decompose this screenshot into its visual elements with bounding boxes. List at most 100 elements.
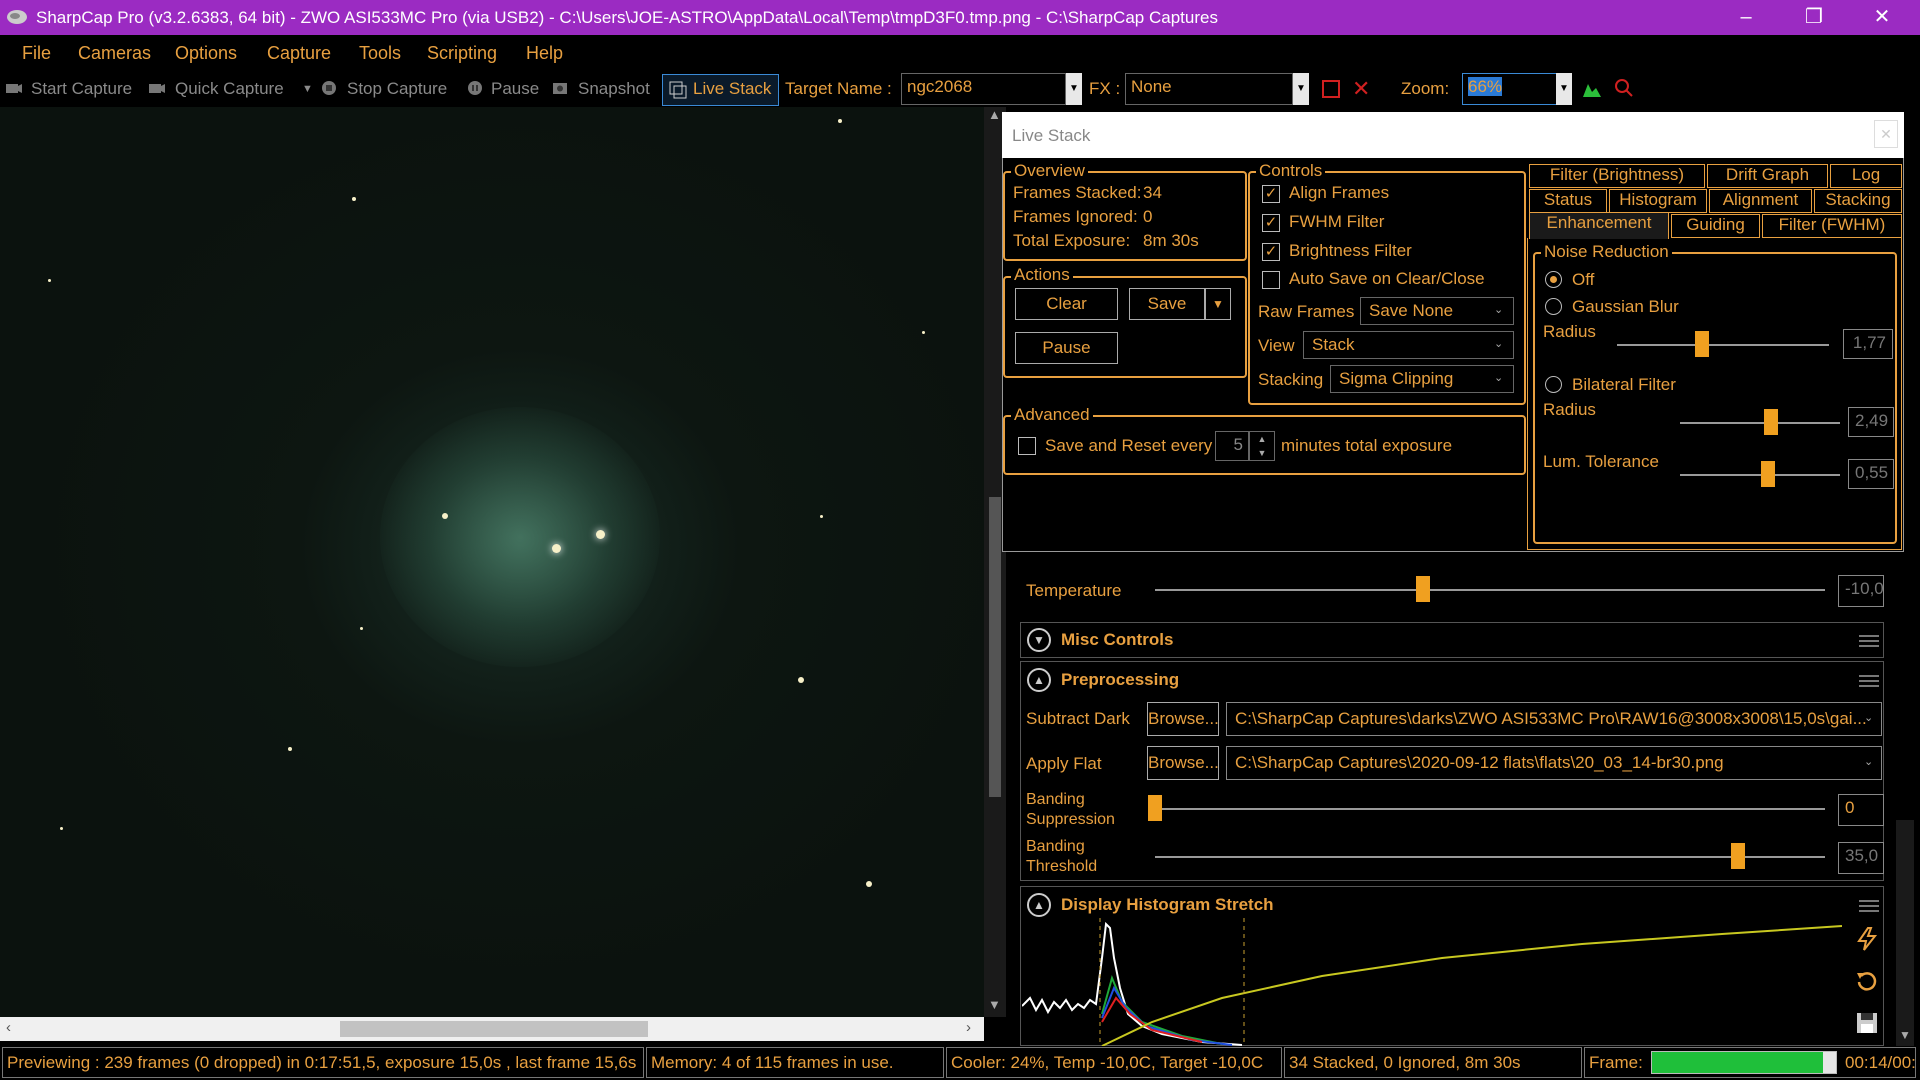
close-button[interactable]: ✕ — [1852, 0, 1912, 35]
gaussian-radius-value[interactable]: 1,77 — [1843, 329, 1893, 359]
chevron-down-icon[interactable]: ⌄ — [1864, 755, 1873, 768]
subtract-dark-select[interactable]: C:\SharpCap Captures\darks\ZWO ASI533MC … — [1226, 702, 1882, 736]
scrollbar-thumb[interactable] — [989, 497, 1001, 797]
scroll-left-icon[interactable]: ‹ — [6, 1019, 11, 1036]
menu-file[interactable]: File — [22, 43, 51, 64]
tab-drift-graph[interactable]: Drift Graph — [1707, 164, 1828, 188]
tab-filter-brightness[interactable]: Filter (Brightness) — [1529, 164, 1705, 188]
minimize-button[interactable]: – — [1716, 0, 1776, 35]
expand-icon[interactable]: ▼ — [1027, 628, 1051, 652]
menu-icon[interactable] — [1859, 675, 1879, 687]
collapse-icon[interactable]: ▲ — [1027, 668, 1051, 692]
gaussian-blur-radio[interactable] — [1545, 298, 1562, 315]
menu-help[interactable]: Help — [526, 43, 563, 64]
pause-button[interactable]: Pause — [491, 79, 539, 99]
bilateral-radius-value[interactable]: 2,49 — [1848, 407, 1894, 437]
noise-off-radio[interactable] — [1545, 271, 1562, 288]
banding-threshold-value[interactable]: 35,0 — [1838, 842, 1884, 874]
lum-tolerance-slider[interactable] — [1680, 474, 1840, 476]
view-select[interactable]: Stack — [1303, 331, 1514, 359]
save-reset-minutes-input[interactable]: 5 — [1215, 431, 1249, 461]
tab-enhancement[interactable]: Enhancement — [1529, 212, 1669, 239]
scroll-up-icon[interactable]: ▲ — [988, 107, 1001, 122]
gaussian-radius-slider-thumb[interactable] — [1694, 331, 1709, 357]
misc-controls-section[interactable]: ▼ Misc Controls — [1020, 622, 1884, 658]
banding-suppression-slider[interactable] — [1155, 808, 1825, 810]
stacking-select[interactable]: Sigma Clipping — [1330, 365, 1514, 393]
scroll-right-icon[interactable]: › — [966, 1019, 971, 1036]
scrollbar-thumb[interactable] — [340, 1021, 648, 1037]
image-preview[interactable] — [0, 107, 984, 1017]
menu-tools[interactable]: Tools — [359, 43, 401, 64]
temperature-value[interactable]: -10,0 — [1838, 575, 1884, 607]
panel-scrollbar[interactable]: ▼ — [1896, 820, 1914, 1046]
banding-threshold-slider-thumb[interactable] — [1730, 843, 1745, 869]
tab-alignment[interactable]: Alignment — [1709, 189, 1812, 213]
clear-button[interactable]: Clear — [1015, 288, 1118, 320]
menu-options[interactable]: Options — [175, 43, 237, 64]
temperature-slider-thumb[interactable] — [1416, 576, 1430, 602]
temperature-slider[interactable] — [1155, 589, 1825, 591]
scroll-down-icon[interactable]: ▼ — [988, 997, 1001, 1012]
tab-filter-fwhm[interactable]: Filter (FWHM) — [1762, 214, 1902, 238]
align-frames-checkbox[interactable]: ✓ — [1262, 185, 1280, 203]
lum-tolerance-value[interactable]: 0,55 — [1848, 459, 1894, 489]
bilateral-radius-slider-thumb[interactable] — [1764, 409, 1779, 435]
scroll-down-icon[interactable]: ▼ — [1899, 1028, 1911, 1042]
fx-select[interactable]: None — [1125, 73, 1293, 105]
quick-capture-dropdown-icon[interactable]: ▼ — [302, 83, 313, 95]
fwhm-filter-checkbox[interactable]: ✓ — [1262, 214, 1280, 232]
preview-horizontal-scrollbar[interactable]: ‹ › — [0, 1017, 984, 1041]
apply-flat-select[interactable]: C:\SharpCap Captures\2020-09-12 flats\fl… — [1226, 746, 1882, 780]
zoom-dropdown-icon[interactable]: ▼ — [1556, 73, 1572, 105]
raw-frames-select[interactable]: Save None — [1360, 297, 1514, 325]
gaussian-radius-slider[interactable] — [1617, 344, 1829, 346]
save-icon[interactable] — [1854, 1010, 1880, 1036]
live-stack-close-button[interactable]: ✕ — [1874, 120, 1898, 148]
menu-cameras[interactable]: Cameras — [78, 43, 151, 64]
menu-icon[interactable] — [1859, 900, 1879, 912]
apply-flat-browse-button[interactable]: Browse... — [1147, 746, 1219, 780]
save-button[interactable]: Save — [1129, 288, 1205, 320]
fx-dropdown-icon[interactable]: ▼ — [1293, 73, 1309, 105]
collapse-icon[interactable]: ▲ — [1027, 893, 1051, 917]
pause-stacking-button[interactable]: Pause — [1015, 332, 1118, 364]
tab-log[interactable]: Log — [1830, 164, 1902, 188]
banding-suppression-slider-thumb[interactable] — [1148, 795, 1162, 821]
banding-suppression-value[interactable]: 0 — [1838, 794, 1884, 826]
no-focus-icon[interactable]: ✕ — [1352, 76, 1370, 102]
auto-save-checkbox[interactable] — [1262, 271, 1280, 289]
histogram-graph[interactable] — [1022, 918, 1842, 1046]
menu-capture[interactable]: Capture — [267, 43, 331, 64]
live-stack-button[interactable]: Live Stack — [662, 74, 779, 106]
auto-stretch-icon[interactable] — [1854, 926, 1880, 952]
menu-icon[interactable] — [1859, 635, 1879, 647]
banding-threshold-label: Banding — [1026, 838, 1085, 855]
save-dropdown-icon[interactable]: ▼ — [1205, 288, 1231, 320]
target-name-dropdown-icon[interactable]: ▼ — [1066, 73, 1082, 105]
subtract-dark-browse-button[interactable]: Browse... — [1147, 702, 1219, 736]
start-capture-button[interactable]: Start Capture — [31, 79, 132, 99]
restore-button[interactable]: ❐ — [1784, 0, 1844, 35]
snapshot-button[interactable]: Snapshot — [578, 79, 650, 99]
tab-stacking[interactable]: Stacking — [1814, 189, 1902, 213]
quick-capture-button[interactable]: Quick Capture — [175, 79, 284, 99]
lum-tolerance-slider-thumb[interactable] — [1761, 461, 1775, 487]
chevron-down-icon[interactable]: ⌄ — [1864, 711, 1873, 724]
save-reset-checkbox[interactable] — [1018, 437, 1036, 455]
histogram-icon[interactable] — [1582, 80, 1602, 98]
minutes-spinner[interactable]: ▲ ▼ — [1249, 431, 1275, 461]
menu-scripting[interactable]: Scripting — [427, 43, 497, 64]
tab-status[interactable]: Status — [1529, 189, 1607, 213]
brightness-filter-checkbox[interactable]: ✓ — [1262, 243, 1280, 261]
bilateral-filter-radio[interactable] — [1545, 376, 1562, 393]
zoom-search-icon[interactable] — [1614, 78, 1634, 98]
tab-guiding[interactable]: Guiding — [1671, 214, 1760, 238]
select-area-icon[interactable] — [1322, 80, 1340, 98]
reset-icon[interactable] — [1854, 968, 1880, 994]
bilateral-radius-slider[interactable] — [1680, 422, 1840, 424]
stop-capture-button[interactable]: Stop Capture — [347, 79, 447, 99]
tab-histogram[interactable]: Histogram — [1609, 189, 1707, 213]
banding-threshold-slider[interactable] — [1155, 856, 1825, 858]
target-name-input[interactable]: ngc2068 — [901, 73, 1066, 105]
